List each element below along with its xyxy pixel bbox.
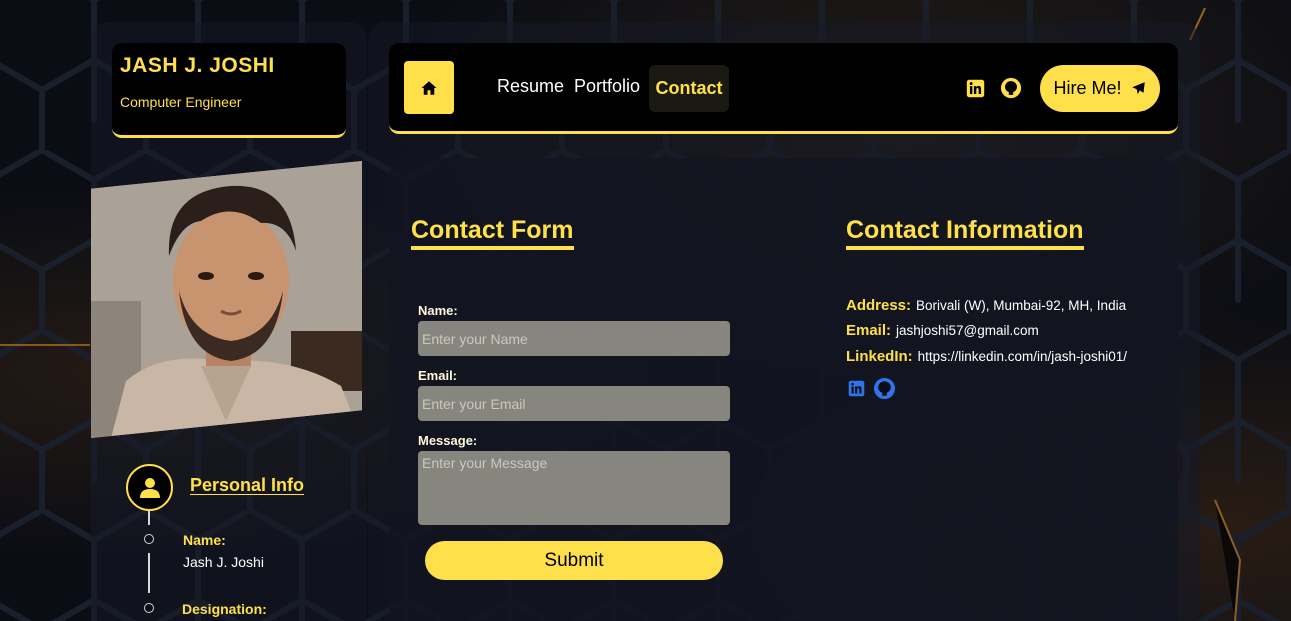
hire-me-label: Hire Me! <box>1053 78 1122 98</box>
personal-info-name-label: Name: <box>183 532 226 548</box>
nav-link-resume[interactable]: Resume <box>497 76 564 97</box>
linkedin-icon[interactable] <box>966 79 985 98</box>
hire-me-button[interactable]: Hire Me! <box>1040 65 1160 112</box>
profile-name-card: JASH J. JOSHI Computer Engineer <box>112 43 346 138</box>
profile-role: Computer Engineer <box>120 94 242 110</box>
contact-form-title: Contact Form <box>411 216 574 250</box>
github-icon[interactable] <box>1000 77 1022 99</box>
email-input[interactable] <box>418 386 730 421</box>
email-row: Email: jashjoshi57@gmail.com <box>846 322 1039 339</box>
email-label: Email: <box>846 322 892 339</box>
github-icon[interactable] <box>873 377 896 400</box>
linkedin-row: LinkedIn: https://linkedin.com/in/jash-jo… <box>846 348 1127 365</box>
address-value: Borivali (W), Mumbai-92, MH, India <box>916 298 1127 313</box>
message-field-label: Message: <box>418 433 478 448</box>
message-textarea[interactable] <box>418 451 730 525</box>
nav-link-portfolio[interactable]: Portfolio <box>574 76 640 97</box>
personal-info-designation-label: Designation: <box>182 601 267 617</box>
profile-photo <box>91 161 362 438</box>
contact-info-title: Contact Information <box>846 216 1084 250</box>
home-icon <box>421 80 437 95</box>
name-input[interactable] <box>418 321 730 356</box>
personal-info-name-value: Jash J. Joshi <box>183 554 264 570</box>
personal-info-avatar-icon <box>126 464 173 511</box>
linkedin-icon[interactable] <box>848 380 865 397</box>
submit-button[interactable]: Submit <box>425 541 723 580</box>
nav-link-contact[interactable]: Contact <box>649 65 729 112</box>
linkedin-value[interactable]: https://linkedin.com/in/jash-joshi01/ <box>918 349 1127 364</box>
profile-name: JASH J. JOSHI <box>120 54 275 77</box>
address-row: Address: Borivali (W), Mumbai-92, MH, Ind… <box>846 297 1126 314</box>
address-label: Address: <box>846 297 912 314</box>
timeline-line <box>148 553 150 593</box>
personal-info-title: Personal Info <box>190 475 305 495</box>
paper-plane-icon <box>1131 82 1145 95</box>
name-field-label: Name: <box>418 303 458 318</box>
email-value[interactable]: jashjoshi57@gmail.com <box>896 323 1039 338</box>
home-button[interactable] <box>404 61 454 114</box>
timeline-line <box>148 511 150 525</box>
timeline-dot <box>144 534 154 544</box>
email-field-label: Email: <box>418 368 458 383</box>
linkedin-label: LinkedIn: <box>846 348 913 365</box>
timeline-dot <box>144 603 154 613</box>
